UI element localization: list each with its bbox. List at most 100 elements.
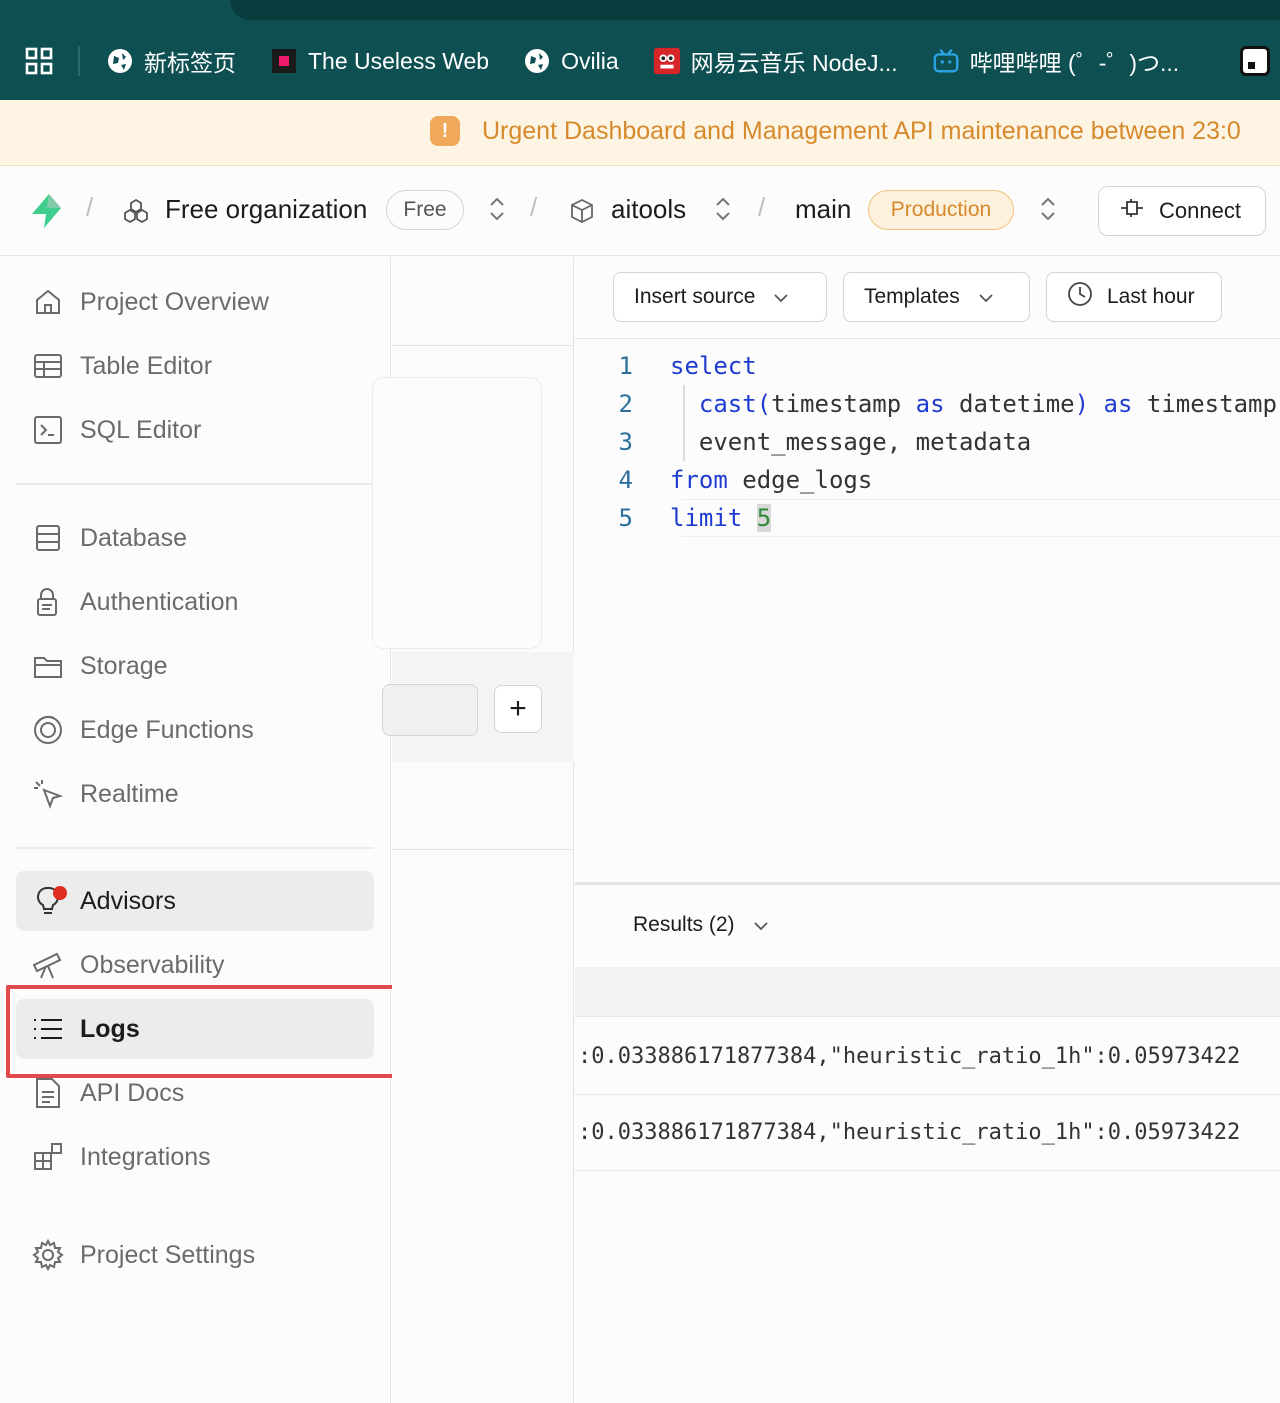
- results-table-header: [575, 967, 1280, 1017]
- bookmark-new-tab[interactable]: 新标签页: [106, 44, 236, 78]
- connect-label: Connect: [1159, 198, 1241, 223]
- branch-name[interactable]: main: [795, 194, 851, 225]
- sidebar-item-authentication[interactable]: Authentication: [16, 572, 374, 632]
- sidebar-item-project-settings[interactable]: Project Settings: [16, 1225, 374, 1285]
- maintenance-banner[interactable]: ! Urgent Dashboard and Management API ma…: [0, 100, 1280, 166]
- editor-toolbar: Insert source Templates Last hour: [575, 257, 1280, 339]
- code-line[interactable]: 3 event_message, metadata: [575, 423, 1280, 461]
- code-line[interactable]: 2 cast(timestamp as datetime) as timesta…: [575, 385, 1280, 423]
- sidebar-item-database[interactable]: Database: [16, 508, 374, 568]
- lightbulb-icon: [16, 885, 80, 917]
- time-range-button[interactable]: Last hour: [1046, 272, 1222, 322]
- globe-icon: [523, 47, 551, 75]
- results-label: Results (2): [633, 913, 735, 936]
- templates-button[interactable]: Templates: [843, 272, 1030, 322]
- organization-name[interactable]: Free organization: [165, 194, 367, 225]
- database-icon: [16, 523, 80, 553]
- bookmark-ovilia[interactable]: Ovilia: [523, 47, 619, 75]
- plus-icon: +: [509, 692, 527, 725]
- insert-source-label: Insert source: [634, 285, 756, 308]
- sql-keyword: limit: [670, 504, 743, 532]
- sql-keyword: ): [1074, 390, 1090, 418]
- bilibili-icon: [932, 47, 960, 75]
- table-row[interactable]: :0.033886171877384,"heuristic_ratio_1h":…: [575, 1019, 1280, 1095]
- panel-divider: [392, 345, 574, 346]
- browser-address-bar[interactable]: [230, 0, 1280, 20]
- banner-text: Urgent Dashboard and Management API main…: [482, 116, 1241, 145]
- alert-icon: !: [430, 116, 460, 146]
- lock-icon: [16, 587, 80, 617]
- code-line[interactable]: 1 select: [575, 347, 1280, 385]
- code-content: cast(timestamp as datetime) as timestamp: [645, 390, 1277, 418]
- sidebar-item-advisors[interactable]: Advisors: [16, 871, 374, 931]
- sidebar-item-observability[interactable]: Observability: [16, 935, 374, 995]
- sql-number: 5: [756, 504, 772, 532]
- apps-grid-icon[interactable]: [0, 46, 80, 76]
- code-content: limit 5: [645, 504, 772, 532]
- table-icon: [16, 351, 80, 381]
- line-number: 5: [618, 504, 633, 532]
- sidebar-item-storage[interactable]: Storage: [16, 636, 374, 696]
- breadcrumb-separator: /: [86, 192, 94, 222]
- table-row[interactable]: :0.033886171877384,"heuristic_ratio_1h":…: [575, 1095, 1280, 1171]
- bookmarks-row: 新标签页 The Useless Web Ovilia 网易云音乐 NodeJ.…: [0, 38, 1280, 84]
- source-card: [372, 377, 542, 649]
- sidebar-item-project-overview[interactable]: Project Overview: [16, 272, 374, 332]
- sql-keyword: as: [915, 390, 945, 418]
- terminal-icon: [16, 415, 80, 445]
- telescope-icon: [16, 949, 80, 981]
- sidebar-item-integrations[interactable]: Integrations: [16, 1127, 374, 1187]
- branch-switcher-chevrons-icon[interactable]: [1038, 194, 1058, 224]
- code-line[interactable]: 5 limit 5: [575, 499, 1280, 537]
- sql-text: timestamp: [1132, 390, 1277, 418]
- useless-web-icon: [270, 47, 298, 75]
- query-editor: Insert source Templates Last hour 1 selec…: [575, 257, 1280, 882]
- sql-keyword: as: [1103, 390, 1133, 418]
- sql-text: edge_logs: [727, 466, 873, 494]
- home-icon: [16, 287, 80, 317]
- sidebar-divider: [16, 483, 374, 485]
- sidebar-item-realtime[interactable]: Realtime: [16, 764, 374, 824]
- results-toggle[interactable]: Results (2): [633, 913, 769, 937]
- gear-icon: [16, 1239, 80, 1271]
- org-plan-badge: Free: [386, 190, 464, 230]
- clock-icon: [1067, 281, 1093, 313]
- org-switcher-chevrons-icon[interactable]: [487, 194, 507, 224]
- sidebar-item-edge-functions[interactable]: Edge Functions: [16, 700, 374, 760]
- bookmark-netease-music[interactable]: 网易云音乐 NodeJ...: [653, 44, 898, 78]
- project-name[interactable]: aitools: [611, 194, 686, 225]
- page-square-icon[interactable]: [1240, 46, 1270, 76]
- time-range-label: Last hour: [1107, 285, 1195, 308]
- sidebar-item-api-docs[interactable]: API Docs: [16, 1063, 374, 1123]
- line-number: 2: [618, 390, 633, 418]
- project-switcher-chevrons-icon[interactable]: [713, 194, 733, 224]
- code-content: event_message, metadata: [645, 428, 1031, 456]
- bookmark-label: 哔哩哔哩 (゜-゜)つ...: [969, 50, 1180, 76]
- bookmark-useless-web[interactable]: The Useless Web: [270, 47, 489, 75]
- bookmark-label: 新标签页: [144, 50, 236, 76]
- panel-divider: [392, 849, 574, 850]
- query-name-input[interactable]: [382, 684, 478, 736]
- bookmark-bilibili[interactable]: 哔哩哔哩 (゜-゜)つ...: [932, 44, 1180, 78]
- sidebar-item-table-editor[interactable]: Table Editor: [16, 336, 374, 396]
- sidebar-item-logs[interactable]: Logs: [16, 999, 374, 1059]
- line-number: 4: [618, 466, 633, 494]
- insert-source-button[interactable]: Insert source: [613, 272, 827, 322]
- code-line[interactable]: 4 from edge_logs: [575, 461, 1280, 499]
- chevron-down-icon: [753, 913, 769, 937]
- sql-keyword: cast(: [698, 390, 772, 418]
- sql-keyword: from: [670, 466, 728, 494]
- sql-keyword: select: [670, 352, 757, 380]
- connect-button[interactable]: Connect: [1098, 186, 1266, 236]
- project-header: / Free organization Free / aitools / mai…: [0, 166, 1280, 256]
- line-number: 3: [618, 428, 633, 456]
- code-content: select: [645, 352, 757, 380]
- supabase-logo-icon[interactable]: [28, 192, 66, 235]
- browser-bookmarks-bar: 新标签页 The Useless Web Ovilia 网易云音乐 NodeJ.…: [0, 0, 1280, 100]
- chevron-down-icon: [978, 285, 994, 309]
- sidebar-item-sql-editor[interactable]: SQL Editor: [16, 400, 374, 460]
- production-badge: Production: [868, 190, 1014, 230]
- add-query-button[interactable]: +: [494, 685, 542, 733]
